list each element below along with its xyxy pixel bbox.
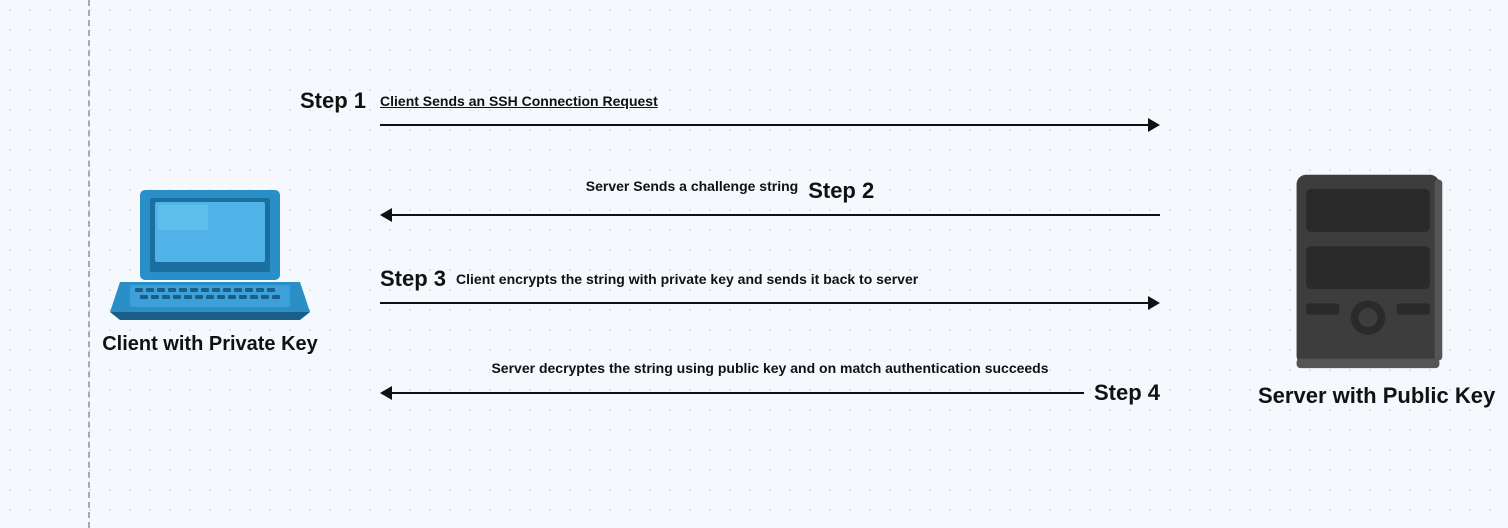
step3-arrow [380, 296, 1160, 310]
server-area: Server with Public Key [1258, 170, 1478, 409]
step2-text: Server Sends a challenge string [586, 178, 798, 204]
diagram-container: Client with Private Key Server with Publ… [0, 0, 1508, 528]
step4-label: Step 4 [1094, 380, 1160, 406]
step3-text: Client encrypts the string with private … [456, 271, 918, 287]
step3-arrowhead [1148, 296, 1160, 310]
client-label: Client with Private Key [100, 333, 320, 356]
step4-arrowhead [380, 386, 392, 400]
step1-line [380, 124, 1148, 126]
step4-container: Server decryptes the string using public… [300, 360, 1160, 406]
step2-arrow [380, 208, 1160, 222]
step1-text-row: Step 1 Client Sends an SSH Connection Re… [300, 88, 1160, 114]
step1-label: Step 1 [300, 88, 366, 114]
step2-container: Server Sends a challenge string Step 2 [300, 178, 1160, 222]
step3-label: Step 3 [380, 266, 446, 292]
step4-text: Server decryptes the string using public… [491, 360, 1048, 376]
server-icon [1283, 170, 1453, 370]
client-area: Client with Private Key [100, 180, 320, 356]
laptop-icon [110, 180, 310, 320]
step2-line [392, 214, 1160, 216]
step1-arrowhead [1148, 118, 1160, 132]
step1-container: Step 1 Client Sends an SSH Connection Re… [300, 88, 1160, 132]
step2-label: Step 2 [808, 178, 874, 204]
step3-line [380, 302, 1148, 304]
step3-container: Step 3 Client encrypts the string with p… [300, 266, 1160, 310]
step2-arrowhead [380, 208, 392, 222]
step4-line [392, 392, 1084, 394]
server-label: Server with Public Key [1258, 383, 1478, 409]
step1-arrow [380, 118, 1160, 132]
step4-arrow: Step 4 [380, 380, 1160, 406]
step1-text: Client Sends an SSH Connection Request [380, 93, 658, 109]
left-dashed-line [88, 0, 90, 528]
